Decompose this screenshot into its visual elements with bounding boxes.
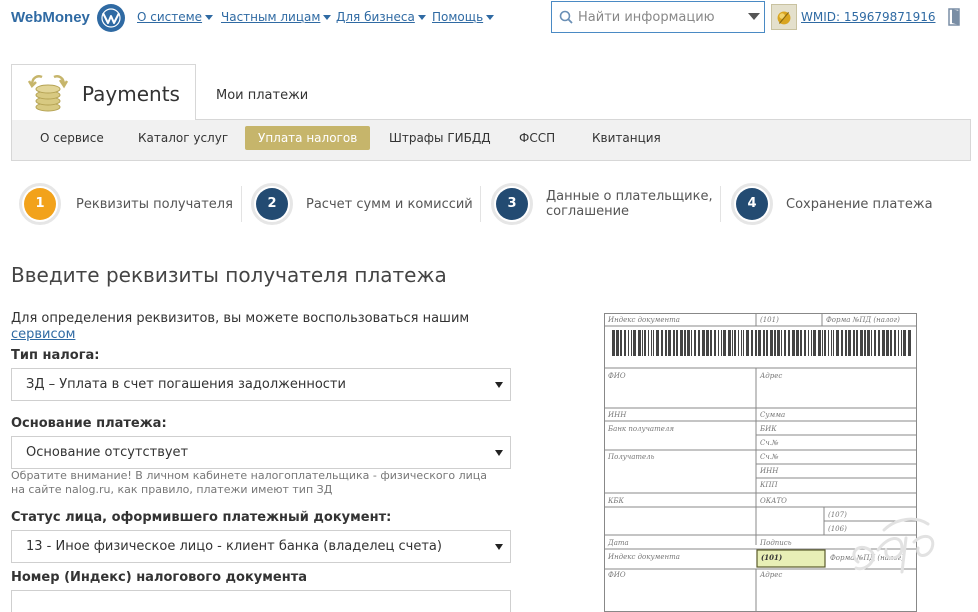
doc-account-label: Сч.№ <box>760 439 779 447</box>
status-label: Статус лица, оформившего платежный докум… <box>11 510 392 525</box>
step-3-label-line1: Данные о плательщике, <box>546 189 713 204</box>
doc-kbk-label: КБК <box>607 497 625 505</box>
doc-fio-label: ФИО <box>608 372 626 380</box>
doc-address-label: Адрес <box>759 372 782 380</box>
top-bar: WebMoney О системе Частным лицам Для биз… <box>0 0 978 36</box>
doc-recipient-label: Получатель <box>607 453 655 461</box>
doc-bank-label: Банк получателя <box>607 425 674 433</box>
search-icon <box>559 10 573 24</box>
step-divider <box>241 186 242 222</box>
chevron-down-icon <box>205 15 214 20</box>
hint-body: Для определения реквизитов, вы можете во… <box>11 311 470 326</box>
step-1-label: Реквизиты получателя <box>76 197 233 212</box>
doc-fio-label-2: ФИО <box>608 571 626 579</box>
nav-personal[interactable]: Частным лицам <box>221 10 332 24</box>
page-title: Введите реквизиты получателя платежа <box>11 263 447 287</box>
status-value: 13 - Иное физическое лицо - клиент банка… <box>26 539 442 554</box>
step-2-circle: 2 <box>251 183 293 225</box>
doc-kpp-label: КПП <box>759 481 779 489</box>
doc-number-label: Номер (Индекс) налогового документа <box>11 570 307 585</box>
chevron-down-icon <box>417 15 426 20</box>
step-4-circle: 4 <box>731 183 773 225</box>
watermark-logo <box>852 517 935 574</box>
doc-form-label: Форма №ПД (налог) <box>826 316 900 324</box>
doc-address-label-2: Адрес <box>759 571 782 579</box>
coins-icon <box>27 75 69 112</box>
service-link[interactable]: сервисом <box>11 327 75 342</box>
status-select[interactable]: 13 - Иное физическое лицо - клиент банка… <box>11 530 511 563</box>
step-divider <box>480 186 481 222</box>
chevron-down-icon <box>486 15 495 20</box>
wmid-link[interactable]: WMID: 159679871916 <box>801 10 935 24</box>
tax-type-value: ЗД – Уплата в счет погашения задолженнос… <box>26 377 346 392</box>
tab-traffic-fines[interactable]: Штрафы ГИБДД <box>389 131 491 145</box>
search-dropdown-icon[interactable] <box>748 13 760 20</box>
tab-catalog[interactable]: Каталог услуг <box>138 131 228 145</box>
step-4-number: 4 <box>736 188 768 220</box>
notice-text: Обратите внимание! В личном кабинете нал… <box>11 469 488 496</box>
doc-code-101-highlight: (101) <box>761 553 782 562</box>
step-2-number: 2 <box>256 188 288 220</box>
webmoney-globe-icon[interactable] <box>96 3 126 33</box>
doc-inn-label: ИНН <box>607 411 627 419</box>
tab-receipt[interactable]: Квитанция <box>592 131 661 145</box>
tab-my-payments[interactable]: Мои платежи <box>216 88 308 103</box>
step-2-label: Расчет сумм и комиссий <box>306 197 473 212</box>
avatar[interactable] <box>771 4 797 30</box>
step-4-label: Сохранение платежа <box>786 197 933 212</box>
nav-about[interactable]: О системе <box>137 10 214 24</box>
doc-number-input[interactable] <box>11 590 511 612</box>
basis-label: Основание платежа: <box>11 416 167 431</box>
step-1-number: 1 <box>24 188 56 220</box>
search-placeholder: Найти информацию <box>578 10 715 25</box>
doc-index-label: Индекс документа <box>607 316 680 324</box>
tax-type-select[interactable]: ЗД – Уплата в счет погашения задолженнос… <box>11 368 511 401</box>
step-3-number: 3 <box>496 188 528 220</box>
doc-account-label-2: Сч.№ <box>760 453 779 461</box>
payments-title: Payments <box>82 82 180 106</box>
step-3-circle: 3 <box>491 183 533 225</box>
doc-code-101: (101) <box>760 316 779 324</box>
doc-index-label-2: Индекс документа <box>607 553 680 561</box>
dropdown-arrow-icon <box>495 544 503 550</box>
step-1-circle: 1 <box>19 183 61 225</box>
dropdown-arrow-icon <box>495 382 503 388</box>
search-input[interactable]: Найти информацию <box>551 1 765 33</box>
chevron-down-icon <box>323 15 332 20</box>
doc-signature-label: Подпись <box>759 539 792 547</box>
tax-type-label: Тип налога: <box>11 348 100 363</box>
basis-select[interactable]: Основание отсутствует <box>11 436 511 469</box>
doc-okato-label: ОКАТО <box>760 497 787 505</box>
hint-text: Для определения реквизитов, вы можете во… <box>11 311 501 343</box>
doc-sum-label: Сумма <box>760 411 785 419</box>
doc-bik-label: БИК <box>759 425 777 433</box>
doc-inn-label-2: ИНН <box>759 467 779 475</box>
basis-value: Основание отсутствует <box>26 445 189 460</box>
tab-fssp[interactable]: ФССП <box>519 131 555 145</box>
nav-business[interactable]: Для бизнеса <box>336 10 426 24</box>
step-divider <box>720 186 721 222</box>
dropdown-arrow-icon <box>495 450 503 456</box>
tab-about-service[interactable]: О сервисе <box>40 131 104 145</box>
doc-date-label: Дата <box>607 539 629 547</box>
nav-help[interactable]: Помощь <box>432 10 495 24</box>
tab-tax-payment[interactable]: Уплата налогов <box>245 126 371 150</box>
logo-text[interactable]: WebMoney <box>11 9 90 26</box>
step-3-label-line2: соглашение <box>546 204 630 219</box>
exit-icon[interactable] <box>948 8 962 26</box>
